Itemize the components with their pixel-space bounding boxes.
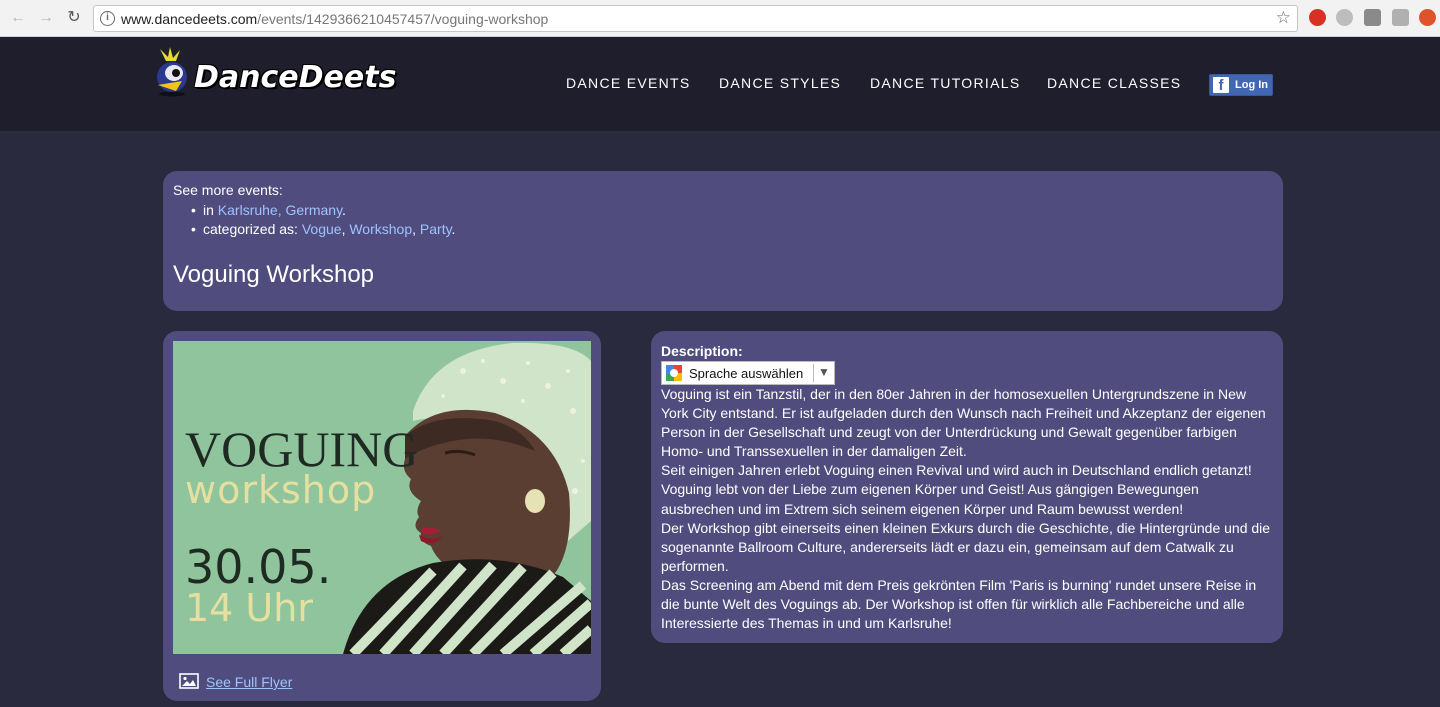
see-more-list: in Karlsruhe, Germany. categorized as: V… <box>191 201 456 239</box>
url-text[interactable]: www.dancedeets.com/events/14293662104574… <box>121 11 548 27</box>
category-link-party[interactable]: Party <box>420 221 452 237</box>
url-path: /events/1429366210457457/voguing-worksho… <box>257 11 549 27</box>
info-icon[interactable]: i <box>100 11 115 26</box>
extension-monitor-icon[interactable] <box>1392 9 1409 26</box>
reload-icon[interactable]: ↻ <box>65 9 83 27</box>
see-full-flyer-link[interactable]: See Full Flyer <box>206 674 292 690</box>
location-suffix: . <box>342 202 346 218</box>
description-paragraph: Das Screening am Abend mit dem Preis gek… <box>661 576 1257 632</box>
categories-item: categorized as: Vogue, Workshop, Party. <box>191 220 456 239</box>
dropdown-arrow-icon[interactable]: ▼ <box>818 365 830 379</box>
description-paragraph: Voguing ist ein Tanzstil, der in den 80e… <box>661 386 1266 460</box>
flyer-title-line2: workshop <box>185 468 376 512</box>
bookmark-star-icon[interactable]: ☆ <box>1276 8 1291 28</box>
flyer-panel: VOGUING workshop 30.05. 14 Uhr See Full … <box>163 331 601 701</box>
location-link[interactable]: Karlsruhe, Germany <box>218 202 342 218</box>
see-more-heading: See more events: <box>173 182 283 198</box>
event-title: Voguing Workshop <box>173 261 375 288</box>
location-prefix: in <box>203 202 218 218</box>
select-divider <box>813 364 814 382</box>
description-label: Description: <box>661 343 743 359</box>
back-arrow-icon[interactable]: ← <box>9 9 27 27</box>
nav-dance-tutorials[interactable]: DANCE TUTORIALS <box>870 75 1020 91</box>
nav-dance-events[interactable]: DANCE EVENTS <box>566 75 691 91</box>
address-bar[interactable]: i www.dancedeets.com/events/142936621045… <box>93 5 1298 32</box>
description-panel: Description: Sprache auswählen ▼ Voguing… <box>651 331 1283 643</box>
description-paragraph: Voguing lebt von der Liebe zum eigenen K… <box>661 481 1199 517</box>
location-item: in Karlsruhe, Germany. <box>191 201 455 220</box>
language-select[interactable]: Sprache auswählen ▼ <box>661 361 835 385</box>
url-host: www.dancedeets.com <box>121 11 258 27</box>
extension-square-icon[interactable] <box>1364 9 1381 26</box>
nav-dance-styles[interactable]: DANCE STYLES <box>719 75 841 91</box>
category-link-vogue[interactable]: Vogue <box>302 221 342 237</box>
extension-upload-icon[interactable] <box>1419 9 1436 26</box>
description-text: Voguing ist ein Tanzstil, der in den 80e… <box>661 385 1273 633</box>
categories-prefix: categorized as: <box>203 221 302 237</box>
extension-cloud-icon[interactable] <box>1336 9 1353 26</box>
google-translate-icon <box>666 365 682 381</box>
description-paragraph: Der Workshop gibt einerseits einen klein… <box>661 519 1271 574</box>
language-select-label: Sprache auswählen <box>689 366 804 381</box>
categories-suffix: . <box>451 221 456 237</box>
facebook-icon: f <box>1213 77 1229 94</box>
event-flyer-image[interactable]: VOGUING workshop 30.05. 14 Uhr <box>173 341 591 654</box>
extension-badge-icon[interactable] <box>1309 9 1326 26</box>
dancedeets-bird-logo-icon[interactable] <box>152 47 192 97</box>
category-link-workshop[interactable]: Workshop <box>349 221 412 237</box>
nav-dance-classes[interactable]: DANCE CLASSES <box>1047 75 1181 91</box>
facebook-login-button[interactable]: f Log In <box>1209 74 1273 96</box>
site-logo-text[interactable]: DanceDeets <box>194 60 396 95</box>
login-label: Log In <box>1235 79 1268 91</box>
picture-icon <box>179 673 199 689</box>
description-paragraph: Seit einigen Jahren erlebt Voguing einen… <box>661 462 1252 479</box>
event-info-panel: See more events: in Karlsruhe, Germany. … <box>163 171 1283 311</box>
forward-arrow-icon[interactable]: → <box>37 9 55 27</box>
flyer-time: 14 Uhr <box>185 586 313 630</box>
browser-toolbar: ← → ↻ i www.dancedeets.com/events/142936… <box>0 0 1440 37</box>
